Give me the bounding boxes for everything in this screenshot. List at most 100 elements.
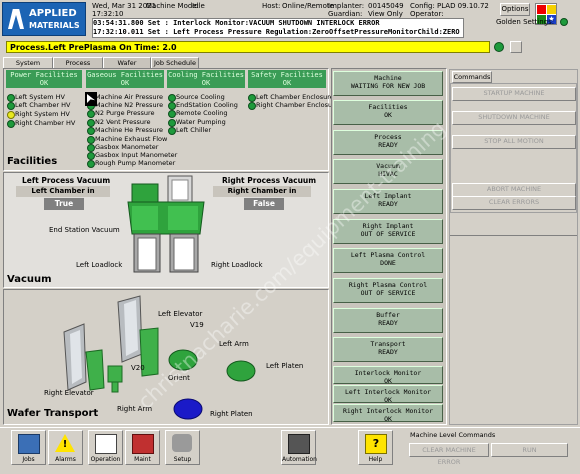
- right-chamber-service-label: Right Chamber in Service: [213, 186, 311, 206]
- right-loadlock-label: Right Loadlock: [211, 261, 263, 269]
- stop-all-motion-button[interactable]: STOP ALL MOTION: [452, 135, 576, 149]
- v20-label: V20: [131, 364, 145, 372]
- status-buffer[interactable]: Buffer READY: [333, 308, 443, 333]
- led-left-chiller: [168, 127, 176, 135]
- led-left-system-hv: [7, 94, 15, 102]
- end-station-vacuum-label: End Station Vacuum: [49, 226, 120, 234]
- alarm-line-1[interactable]: 03:54:31.800 Set : Interlock Monitor:VAC…: [93, 19, 463, 28]
- status-left-implant[interactable]: Left Implant READY: [333, 189, 443, 214]
- led-rough-pump-manometer: [87, 160, 95, 168]
- led-endstation-cooling: [168, 102, 176, 110]
- label-machine-exhaust-flow: Machine Exhaust Flow: [95, 135, 168, 143]
- led-machine-he-pressure: [87, 127, 95, 135]
- led-gasbox-manometer: [87, 144, 95, 152]
- logo: APPLIED MATERIALS: [2, 2, 86, 36]
- options-button[interactable]: Options: [500, 3, 530, 16]
- golden-settings-icon: [560, 18, 568, 26]
- clear-errors-button[interactable]: CLEAR ERRORS: [452, 196, 576, 210]
- config-value: PLAD 09.10.72: [437, 2, 489, 10]
- config-label: Config:: [410, 2, 435, 10]
- operator-label: Operator:: [410, 10, 444, 18]
- startup-machine-button[interactable]: STARTUP MACHINE: [452, 87, 576, 101]
- golden-settings-label: Golden Settings:: [496, 18, 555, 26]
- logo-text-2: MATERIALS: [29, 21, 80, 30]
- abort-machine-button[interactable]: ABORT MACHINE: [452, 183, 576, 197]
- safety-facilities-header[interactable]: Safety Facilities OK: [248, 70, 326, 88]
- alarm-list[interactable]: 03:54:31.800 Set : Interlock Monitor:VAC…: [92, 18, 464, 38]
- logo-text-1: APPLIED: [29, 8, 77, 19]
- status-left-interlock-monitor[interactable]: Left Interlock Monitor OK: [333, 385, 443, 404]
- jobs-button[interactable]: Jobs: [11, 430, 46, 465]
- led-gasbox-input-manometer: [87, 152, 95, 160]
- right-elevator-label: Right Elevator: [44, 389, 94, 397]
- maint-icon: [132, 434, 154, 454]
- label-left-system-hv: Left System HV: [15, 93, 65, 101]
- left-arm-label: Left Arm: [219, 340, 249, 348]
- maint-button[interactable]: Maint: [125, 430, 160, 465]
- status-right-plasma-control[interactable]: Right Plasma Control OUT OF SERVICE: [333, 278, 443, 303]
- header-time: 17:32:10: [92, 10, 124, 18]
- right-chamber-service-value[interactable]: False: [244, 198, 284, 210]
- left-platen-label: Left Platen: [266, 362, 304, 370]
- led-left-chamber-hv: [7, 102, 15, 110]
- led-n2-purge-pressure: [87, 110, 95, 118]
- status-facilities[interactable]: Facilities OK: [333, 100, 443, 125]
- tab-commands[interactable]: Commands: [452, 71, 492, 83]
- status-transport[interactable]: Transport READY: [333, 337, 443, 362]
- status-right-implant[interactable]: Right Implant OUT OF SERVICE: [333, 219, 443, 244]
- gaseous-facilities-header[interactable]: Gaseous Facilities OK: [86, 70, 164, 88]
- logo-icon: [8, 9, 24, 29]
- status-process[interactable]: Process READY: [333, 130, 443, 155]
- power-facilities-header[interactable]: Power Facilities OK: [6, 70, 82, 88]
- left-elevator-label: Left Elevator: [158, 310, 203, 318]
- vacuum-title: Vacuum: [7, 274, 52, 285]
- orient-label: Orient: [168, 374, 190, 382]
- status-machine[interactable]: Machine WAITING FOR NEW JOB: [333, 71, 443, 96]
- label-right-chamber-hv: Right Chamber HV: [15, 119, 76, 127]
- label-left-chiller: Left Chiller: [176, 126, 212, 134]
- led-right-system-hv: [7, 111, 15, 119]
- label-left-chamber-enclosure: Left Chamber Enclosure: [256, 93, 334, 101]
- alarm-line-2[interactable]: 17:32:10.011 Set : Left Process Pressure…: [93, 28, 463, 37]
- automation-button[interactable]: Automation: [281, 430, 317, 465]
- process-bar-button[interactable]: [510, 41, 522, 53]
- label-remote-cooling: Remote Cooling: [176, 109, 228, 117]
- status-vacuum[interactable]: Vacuum HIVAC: [333, 159, 443, 184]
- led-n2-vent-pressure: [87, 119, 95, 127]
- left-loadlock-label: Left Loadlock: [76, 261, 123, 269]
- cooling-facilities-header[interactable]: Cooling Facilities OK: [167, 70, 245, 88]
- left-chamber-service-value[interactable]: True: [44, 198, 84, 210]
- label-gasbox-manometer: Gasbox Manometer: [95, 143, 159, 151]
- guardian-value: View Only: [368, 10, 403, 18]
- machine-level-commands-label: Machine Level Commands: [410, 431, 496, 439]
- label-endstation-cooling: EndStation Cooling: [176, 101, 238, 109]
- right-arm-label: Right Arm: [117, 405, 153, 413]
- run-button[interactable]: RUN: [491, 443, 568, 457]
- clear-machine-error-button[interactable]: CLEAR MACHINE ERROR: [409, 443, 489, 466]
- cursor-icon: [85, 92, 97, 106]
- label-left-chamber-hv: Left Chamber HV: [15, 101, 71, 109]
- setup-button[interactable]: Setup: [165, 430, 200, 465]
- alarms-button[interactable]: ! Alarms: [48, 430, 83, 465]
- help-button[interactable]: ? Help: [358, 430, 393, 465]
- label-machine-air-pressure: Machine Air Pressure: [95, 93, 164, 101]
- facilities-title: Facilities: [7, 156, 58, 167]
- label-machine-n2-pressure: Machine N2 Pressure: [95, 101, 164, 109]
- implanter-label: Implanter:: [328, 2, 365, 10]
- operation-button[interactable]: Operation: [88, 430, 123, 465]
- host-value: Online/Remote: [282, 2, 334, 10]
- led-right-chamber-enclosure: [248, 102, 256, 110]
- label-source-cooling: Source Cooling: [176, 93, 225, 101]
- implanter-value: 00145049: [368, 2, 404, 10]
- shutdown-machine-button[interactable]: SHUTDOWN MACHINE: [452, 111, 576, 125]
- v19-label: V19: [190, 321, 204, 329]
- right-process-vacuum-heading: Right Process Vacuum: [222, 176, 317, 185]
- machine-mode-value: Idle: [192, 2, 205, 10]
- status-right-interlock-monitor[interactable]: Right Interlock Monitor OK: [333, 404, 443, 423]
- jobs-icon: [18, 434, 40, 454]
- status-left-plasma-control[interactable]: Left Plasma Control DONE: [333, 248, 443, 273]
- status-interlock-monitor[interactable]: Interlock Monitor OK: [333, 366, 443, 385]
- label-machine-he-pressure: Machine He Pressure: [95, 126, 163, 134]
- process-bar-indicator: [494, 42, 504, 52]
- left-chamber-service-label: Left Chamber in Service: [16, 186, 110, 206]
